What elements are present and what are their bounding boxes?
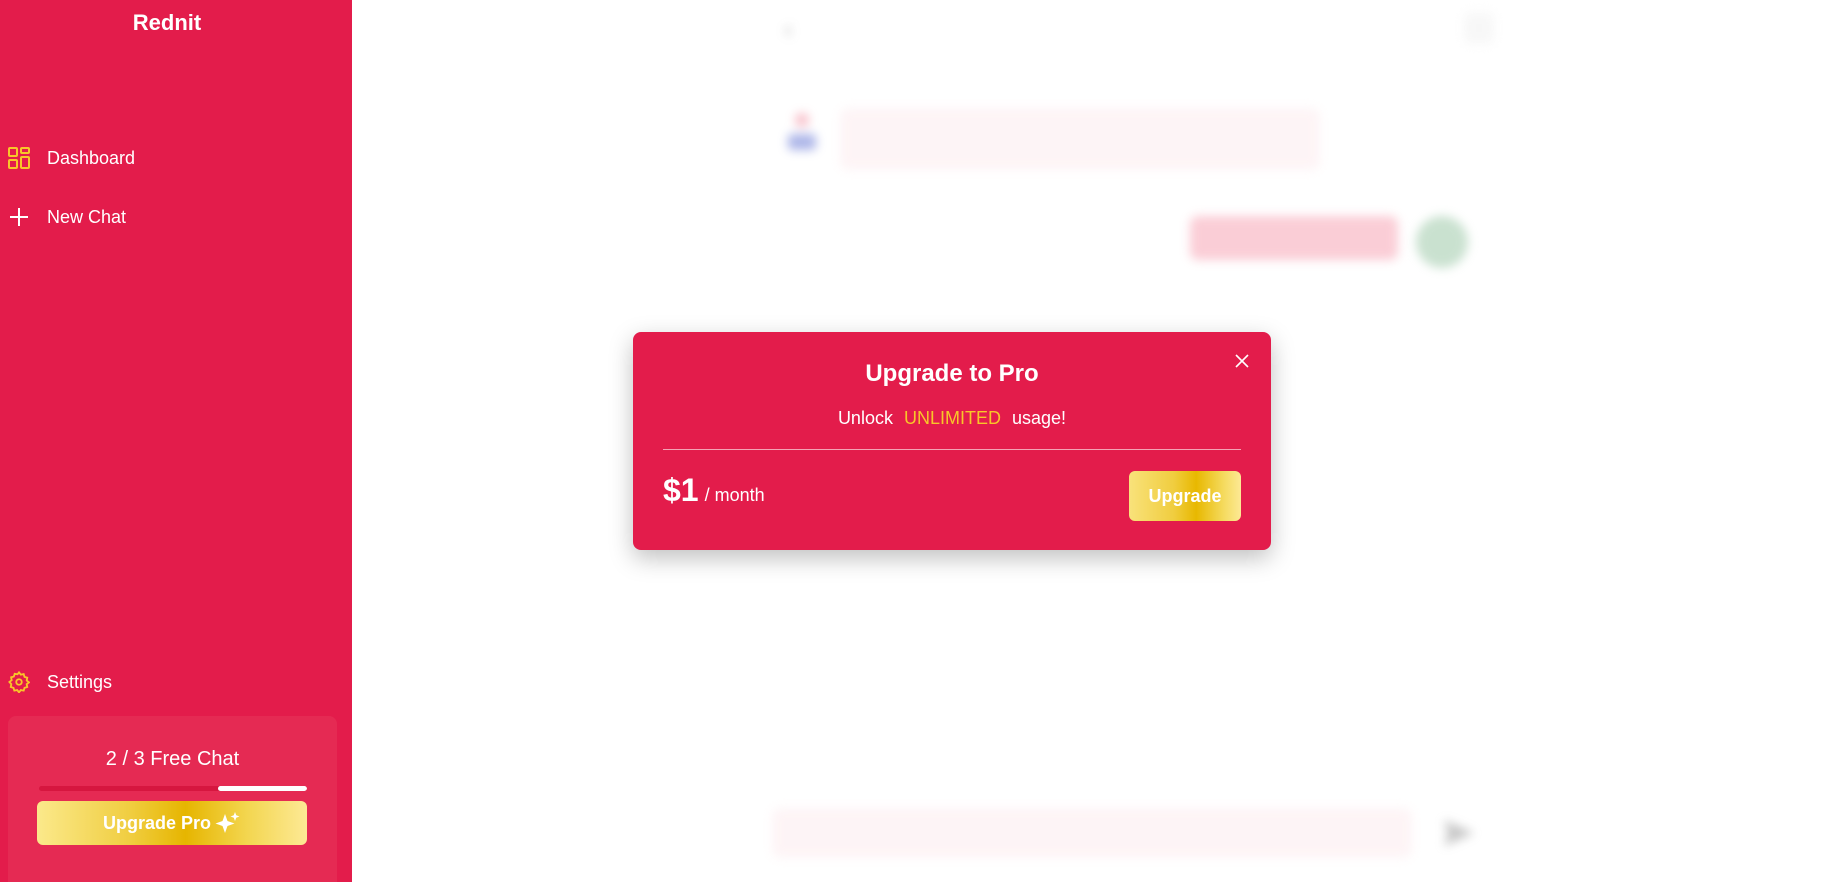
free-chat-progress xyxy=(39,786,307,791)
bot-message xyxy=(840,108,1320,170)
modal-subtitle: Unlock UNLIMITED usage! xyxy=(633,408,1271,429)
price: $1 / month xyxy=(663,472,765,509)
sidebar-item-dashboard[interactable]: Dashboard xyxy=(8,144,135,172)
gear-icon xyxy=(8,671,30,693)
back-icon: ‹ xyxy=(784,14,793,44)
more-menu-icon xyxy=(1464,12,1494,44)
free-chat-progress-fill xyxy=(217,786,307,791)
dashboard-icon xyxy=(8,147,30,169)
sidebar-item-settings[interactable]: Settings xyxy=(8,668,112,696)
message-input xyxy=(772,808,1412,858)
sidebar: Rednit Dashboard New Chat Settings 2 / 3… xyxy=(0,0,352,882)
sparkles-icon xyxy=(215,811,241,835)
sidebar-item-label: Dashboard xyxy=(47,147,136,168)
sidebar-item-label: Settings xyxy=(47,671,113,692)
send-icon xyxy=(1442,818,1476,848)
modal-title: Upgrade to Pro xyxy=(865,360,1039,387)
upgrade-button[interactable]: Upgrade xyxy=(1129,471,1241,521)
modal-divider xyxy=(663,449,1241,450)
subtitle-prefix: Unlock xyxy=(837,408,893,428)
bot-avatar xyxy=(784,110,820,152)
free-chat-card: 2 / 3 Free Chat Upgrade Pro xyxy=(8,716,337,882)
free-chat-count: 2 / 3 Free Chat xyxy=(105,748,240,770)
upgrade-pro-button[interactable]: Upgrade Pro xyxy=(37,801,307,845)
upgrade-pro-label: Upgrade Pro xyxy=(102,812,212,833)
close-icon[interactable] xyxy=(1233,352,1251,370)
price-amount: $1 xyxy=(663,472,699,508)
plus-icon xyxy=(8,206,30,228)
sidebar-item-new-chat[interactable]: New Chat xyxy=(8,203,126,231)
sidebar-item-label: New Chat xyxy=(47,206,127,227)
upgrade-modal: Upgrade to Pro Unlock UNLIMITED usage! $… xyxy=(633,332,1271,550)
user-message xyxy=(1190,216,1398,260)
price-period: / month xyxy=(704,485,765,505)
brand-logo[interactable]: Rednit xyxy=(0,10,334,36)
subtitle-suffix: usage! xyxy=(1012,408,1067,428)
user-avatar xyxy=(1416,216,1468,268)
subtitle-highlight: UNLIMITED xyxy=(903,408,1001,428)
